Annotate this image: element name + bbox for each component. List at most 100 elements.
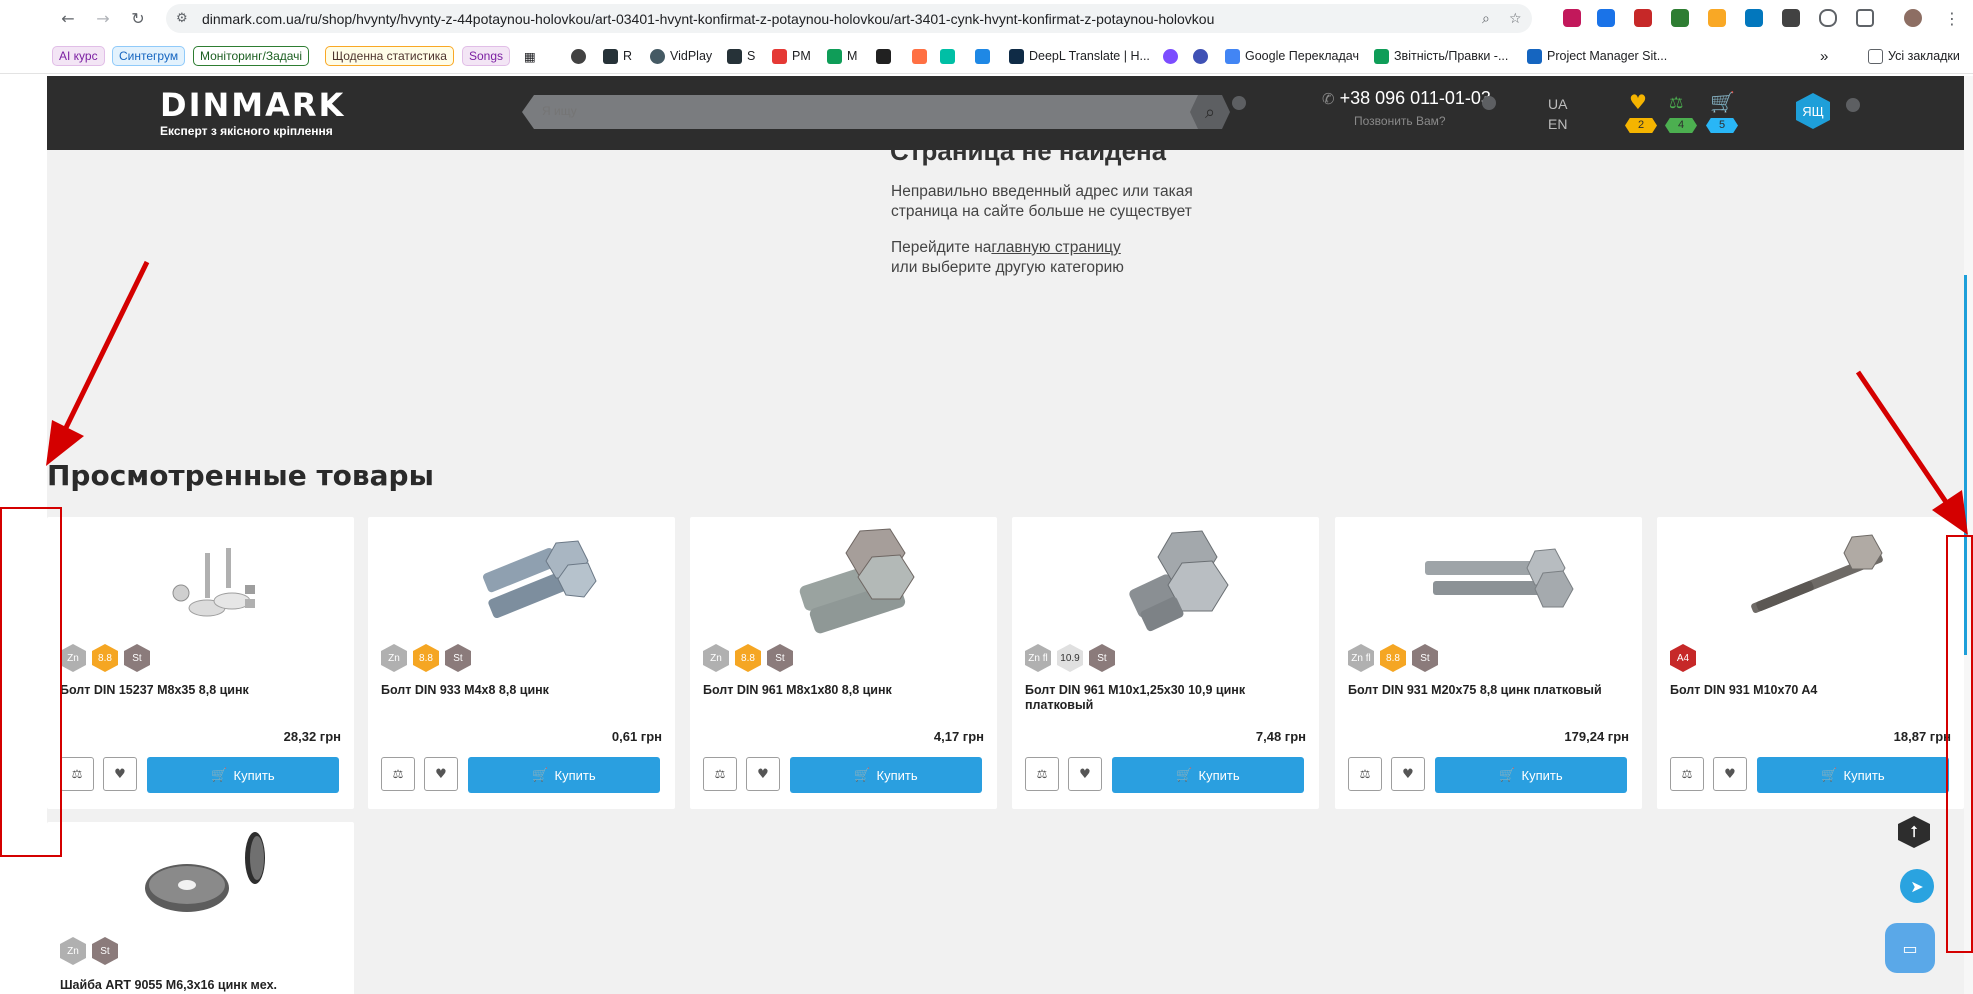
chat-button[interactable]: ▭ [1885, 923, 1935, 973]
bookmark-deepl[interactable]: DeepL Translate | H... [1029, 49, 1150, 63]
product-name[interactable]: Болт DIN 931 M20x75 8,8 цинк платковый [1348, 683, 1628, 698]
product-image[interactable] [1395, 523, 1582, 638]
compare-button[interactable]: ⚖ [703, 757, 737, 791]
compare-button[interactable]: ⚖ [60, 757, 94, 791]
buy-button[interactable]: 🛒 Купить [147, 757, 339, 793]
product-name[interactable]: Болт DIN 961 M10x1,25x30 10,9 цинк платк… [1025, 683, 1305, 713]
compare-button[interactable]: ⚖ [1670, 757, 1704, 791]
cloud-extension-icon[interactable] [1819, 9, 1837, 27]
buy-button[interactable]: 🛒 Купить [1757, 757, 1949, 793]
favorite-button[interactable]: ♥ [103, 757, 137, 791]
user-avatar[interactable]: ЯЩ [1796, 93, 1830, 129]
bookmark-s[interactable]: S [747, 49, 755, 63]
product-card[interactable]: Zn St Шайба ART 9055 M6,3x16 цинк мех. [47, 822, 354, 994]
url-text[interactable]: dinmark.com.ua/ru/shop/hvynty/hvynty-z-4… [202, 11, 1214, 27]
search-button[interactable]: ⌕ [1190, 95, 1230, 129]
lang-ua[interactable]: UA [1548, 96, 1567, 112]
bookmark-vidplay[interactable]: VidPlay [670, 49, 712, 63]
favorite-button[interactable]: ♥ [1068, 757, 1102, 791]
site-info-icon[interactable]: ⚙ [176, 11, 188, 26]
bookmark-all[interactable]: Усі закладки [1888, 49, 1960, 63]
product-name[interactable]: Болт DIN 933 M4x8 8,8 цинк [381, 683, 661, 698]
bookmark-r[interactable]: R [623, 49, 632, 63]
product-name[interactable]: Шайба ART 9055 M6,3x16 цинк мех. [60, 978, 340, 993]
extension-icon[interactable] [1597, 9, 1615, 27]
extension-icon[interactable] [1708, 9, 1726, 27]
bookmark-google-translate[interactable]: Google Перекладач [1245, 49, 1359, 63]
zoom-icon[interactable]: ⌕ [1482, 11, 1490, 27]
product-image[interactable] [107, 523, 294, 638]
product-card[interactable]: A4 Болт DIN 931 M10x70 A4 18,87 грн ⚖ ♥ … [1657, 517, 1964, 809]
lang-en[interactable]: EN [1548, 116, 1567, 132]
bookmark-m[interactable]: M [847, 49, 857, 63]
product-card[interactable]: Zn 8.8 St Болт DIN 15237 M8x35 8,8 цинк … [47, 517, 354, 809]
bookmark-icon[interactable] [876, 48, 891, 64]
telegram-button[interactable]: ➤ [1900, 869, 1934, 903]
screenshot-extension-icon[interactable] [1782, 9, 1800, 27]
bookmark-pm[interactable]: PM [792, 49, 811, 63]
bookmark-icon[interactable] [975, 48, 990, 64]
gemini-icon[interactable] [1163, 48, 1178, 64]
arrow-icon[interactable] [1482, 96, 1496, 110]
favorite-button[interactable]: ♥ [424, 757, 458, 791]
forward-icon[interactable]: → [93, 8, 113, 28]
favorite-button[interactable]: ♥ [1391, 757, 1425, 791]
buy-button[interactable]: 🛒 Купить [790, 757, 982, 793]
site-logo[interactable]: DINMARK Експерт з якісного кріплення [160, 86, 345, 138]
arrow-icon[interactable] [1232, 96, 1246, 110]
reload-icon[interactable]: ↻ [128, 8, 148, 28]
bookmark-ai-course[interactable]: AI курс [52, 46, 105, 66]
apps-grid-icon[interactable]: ▦ [524, 49, 536, 64]
product-image[interactable] [750, 523, 937, 638]
extension-icon[interactable] [1634, 9, 1652, 27]
callback-link[interactable]: Позвонить Вам? [1354, 114, 1446, 128]
bookmark-songs[interactable]: Songs [462, 46, 511, 66]
buy-button[interactable]: 🛒 Купить [468, 757, 660, 793]
search-input[interactable] [542, 104, 1142, 118]
menu-dots-icon[interactable]: ⋮ [1942, 8, 1962, 28]
extension-icon[interactable] [1563, 9, 1581, 27]
compare-button[interactable]: ⚖ [381, 757, 415, 791]
bookmark-monitoring[interactable]: Моніторинг/Задачі [193, 46, 310, 66]
product-name[interactable]: Болт DIN 961 M8x1x80 8,8 цинк [703, 683, 983, 698]
buy-button[interactable]: 🛒 Купить [1112, 757, 1304, 793]
address-bar[interactable]: ⚙ dinmark.com.ua/ru/shop/hvynty/hvynty-z… [166, 4, 1532, 33]
compare-button[interactable]: ⚖ [1025, 757, 1059, 791]
back-icon[interactable]: ← [58, 8, 78, 28]
compare-button[interactable]: ⚖ [1348, 757, 1382, 791]
bookmark-project-manager[interactable]: Project Manager Sit... [1547, 49, 1667, 63]
bookmark-icon[interactable] [1193, 48, 1208, 64]
product-name[interactable]: Болт DIN 15237 M8x35 8,8 цинк [60, 683, 340, 698]
bookmark-syntegrum[interactable]: Синтегрум [112, 46, 186, 66]
bookmark-reports[interactable]: Звітність/Правки -... [1394, 49, 1508, 63]
product-image[interactable] [428, 523, 615, 638]
more-bookmarks-icon[interactable]: » [1820, 48, 1828, 65]
product-image[interactable] [1717, 523, 1904, 638]
bookmark-icon[interactable] [912, 48, 927, 64]
play-icon[interactable] [940, 48, 955, 64]
extension-icon[interactable] [1745, 9, 1763, 27]
scroll-top-button[interactable]: ⭡ [1898, 816, 1930, 848]
product-image[interactable] [1072, 523, 1259, 638]
product-card[interactable]: Zn fl 10.9 St Болт DIN 961 M10x1,25x30 1… [1012, 517, 1319, 809]
profile-avatar[interactable] [1904, 9, 1922, 27]
product-name[interactable]: Болт DIN 931 M10x70 A4 [1670, 683, 1950, 698]
phone-number[interactable]: ✆ +38 096 011-01-03 [1322, 88, 1491, 109]
search-box[interactable] [522, 95, 1217, 129]
product-card[interactable]: Zn 8.8 St Болт DIN 961 M8x1x80 8,8 цинк … [690, 517, 997, 809]
product-card[interactable]: Zn fl 8.8 St Болт DIN 931 M20x75 8,8 цин… [1335, 517, 1642, 809]
extensions-puzzle-icon[interactable] [1856, 9, 1874, 27]
extension-icon[interactable] [1671, 9, 1689, 27]
home-page-link[interactable]: главную страницу [991, 239, 1120, 256]
cart-icon[interactable]: 🛒 [1710, 90, 1735, 114]
favorites-heart-icon[interactable]: ♥ [1629, 90, 1647, 114]
product-image[interactable] [107, 828, 294, 943]
logout-icon[interactable] [1846, 98, 1860, 112]
product-card[interactable]: Zn 8.8 St Болт DIN 933 M4x8 8,8 цинк 0,6… [368, 517, 675, 809]
bookmark-star-icon[interactable]: ☆ [1509, 11, 1522, 27]
favorite-button[interactable]: ♥ [746, 757, 780, 791]
favorite-button[interactable]: ♥ [1713, 757, 1747, 791]
bookmark-daily-stats[interactable]: Щоденна статистика [325, 46, 454, 66]
buy-button[interactable]: 🛒 Купить [1435, 757, 1627, 793]
compare-icon[interactable]: ⚖ [1669, 93, 1683, 112]
